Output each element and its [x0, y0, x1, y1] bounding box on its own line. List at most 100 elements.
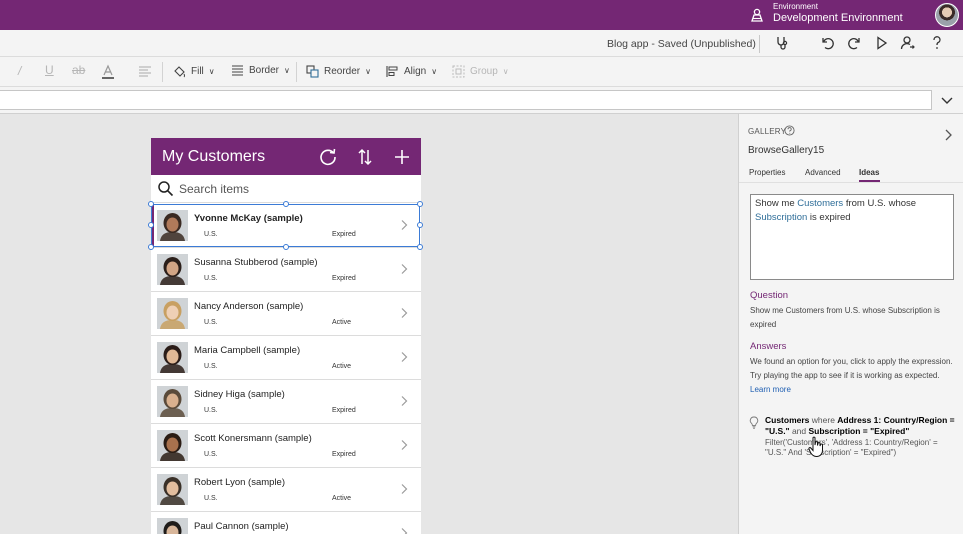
resize-handle[interactable]: [148, 201, 154, 207]
learn-more-link[interactable]: Learn more: [750, 385, 791, 394]
customer-photo: [157, 430, 188, 461]
resize-handle[interactable]: [283, 201, 289, 207]
environment-name[interactable]: Development Environment: [773, 12, 903, 24]
resize-handle[interactable]: [417, 244, 423, 250]
answer-entity: Customers: [765, 415, 810, 425]
chevron-down-icon: ∨: [208, 67, 215, 76]
customer-row[interactable]: Nancy Anderson (sample) U.S. Active: [151, 292, 421, 336]
paint-bucket-icon: [174, 66, 185, 78]
share-icon[interactable]: [900, 35, 916, 51]
customer-photo: [157, 518, 188, 534]
chevron-right-icon[interactable]: [399, 263, 409, 275]
answers-description: We found an option for you, click to app…: [750, 357, 953, 380]
italic-icon[interactable]: /: [18, 64, 21, 78]
idea-text: from U.S. whose: [843, 198, 917, 209]
underline-icon[interactable]: U: [45, 63, 54, 77]
group-button[interactable]: Group ∨: [452, 65, 509, 78]
chevron-right-icon[interactable]: [399, 395, 409, 407]
search-bar: [151, 175, 421, 203]
customer-row[interactable]: Paul Cannon (sample): [151, 512, 421, 534]
reorder-button[interactable]: Reorder ∨: [306, 65, 371, 78]
reorder-icon: [306, 65, 319, 78]
tab-advanced[interactable]: Advanced: [805, 168, 841, 177]
border-button[interactable]: Border ∨: [231, 65, 290, 76]
tabs-divider: [739, 182, 963, 183]
chevron-right-icon[interactable]: [399, 307, 409, 319]
answer-formula[interactable]: Filter('Customers', 'Address 1: Country/…: [765, 438, 960, 458]
customer-row[interactable]: Sidney Higa (sample) U.S. Expired: [151, 380, 421, 424]
formula-bar: [0, 87, 963, 114]
undo-icon[interactable]: [819, 35, 835, 51]
group-label: Group: [470, 66, 498, 77]
tab-ideas[interactable]: Ideas: [859, 168, 879, 177]
customer-row[interactable]: Scott Konersmann (sample) U.S. Expired: [151, 424, 421, 468]
collapse-panel-icon[interactable]: [943, 128, 953, 142]
customer-photo: [157, 298, 188, 329]
answer-suggestion[interactable]: Customers where Address 1: Country/Regio…: [765, 415, 960, 437]
customer-row[interactable]: Yvonne McKay (sample) U.S. Expired: [151, 204, 421, 248]
customer-country: U.S.: [204, 319, 218, 326]
customer-gallery[interactable]: Yvonne McKay (sample) U.S. Expired Susanna …: [151, 204, 421, 534]
customer-name: Scott Konersmann (sample): [194, 433, 312, 444]
align-button[interactable]: Align ∨: [386, 65, 437, 78]
chevron-down-icon: ∨: [365, 67, 371, 76]
fill-button[interactable]: Fill ∨: [173, 65, 215, 78]
resize-handle[interactable]: [148, 222, 154, 228]
customer-status: Active: [332, 319, 352, 326]
strikethrough-icon[interactable]: ab: [72, 63, 85, 77]
chevron-down-icon: ∨: [284, 66, 290, 75]
control-type-label: GALLERY: [748, 127, 787, 136]
chevron-right-icon[interactable]: [399, 219, 409, 231]
add-icon[interactable]: [392, 147, 412, 167]
control-name[interactable]: BrowseGallery15: [748, 145, 824, 156]
toolbar-separator: [296, 62, 297, 82]
answers-title: Answers: [750, 341, 787, 352]
customer-status: Active: [332, 363, 352, 370]
customer-status: Expired: [332, 231, 356, 238]
customer-name: Nancy Anderson (sample): [194, 301, 304, 312]
resize-handle[interactable]: [417, 201, 423, 207]
sort-icon[interactable]: [355, 147, 375, 167]
help-icon[interactable]: [929, 35, 945, 51]
command-bar: Blog app - Saved (Unpublished): [0, 30, 963, 57]
environment-icon[interactable]: [750, 8, 764, 22]
border-label: Border: [249, 65, 280, 76]
chevron-down-icon: ∨: [502, 67, 509, 76]
resize-handle[interactable]: [283, 244, 289, 250]
hand-cursor-icon: [808, 436, 823, 458]
font-color-icon[interactable]: [100, 64, 116, 80]
refresh-icon[interactable]: [318, 147, 338, 167]
customer-row[interactable]: Susanna Stubberod (sample) U.S. Expired: [151, 248, 421, 292]
formula-input[interactable]: [0, 90, 932, 110]
chevron-right-icon[interactable]: [399, 351, 409, 363]
user-avatar[interactable]: [935, 3, 959, 27]
play-icon[interactable]: [874, 35, 890, 51]
format-toolbar: / U ab Fill ∨ Border ∨ Reorder ∨ Align ∨…: [0, 57, 963, 87]
border-lines-icon: [232, 65, 243, 76]
resize-handle[interactable]: [148, 244, 154, 250]
question-title: Question: [750, 290, 789, 301]
app-screen[interactable]: My Customers Yvonne McKay (sample) U.S. Ex…: [151, 138, 421, 534]
idea-input[interactable]: Show me Customers from U.S. whose Subscr…: [750, 194, 954, 280]
customer-row[interactable]: Robert Lyon (sample) U.S. Active: [151, 468, 421, 512]
app-save-status: Blog app - Saved (Unpublished): [607, 38, 756, 50]
customer-photo: [157, 254, 188, 285]
customer-country: U.S.: [204, 363, 218, 370]
search-input[interactable]: [179, 179, 409, 199]
help-circle-icon[interactable]: [784, 125, 795, 136]
chevron-right-icon[interactable]: [399, 527, 409, 534]
redo-icon[interactable]: [847, 35, 863, 51]
chevron-right-icon[interactable]: [399, 439, 409, 451]
resize-handle[interactable]: [417, 222, 423, 228]
customer-status: Expired: [332, 451, 356, 458]
tab-properties[interactable]: Properties: [749, 168, 785, 177]
expand-chevron-icon[interactable]: [940, 93, 954, 107]
chevron-right-icon[interactable]: [399, 483, 409, 495]
app-header: My Customers: [151, 138, 421, 175]
customer-row[interactable]: Maria Campbell (sample) U.S. Active: [151, 336, 421, 380]
search-icon: [158, 181, 174, 197]
text-align-icon[interactable]: [138, 66, 154, 78]
customer-name: Robert Lyon (sample): [194, 477, 285, 488]
stethoscope-icon[interactable]: [774, 35, 790, 51]
customer-status: Expired: [332, 407, 356, 414]
